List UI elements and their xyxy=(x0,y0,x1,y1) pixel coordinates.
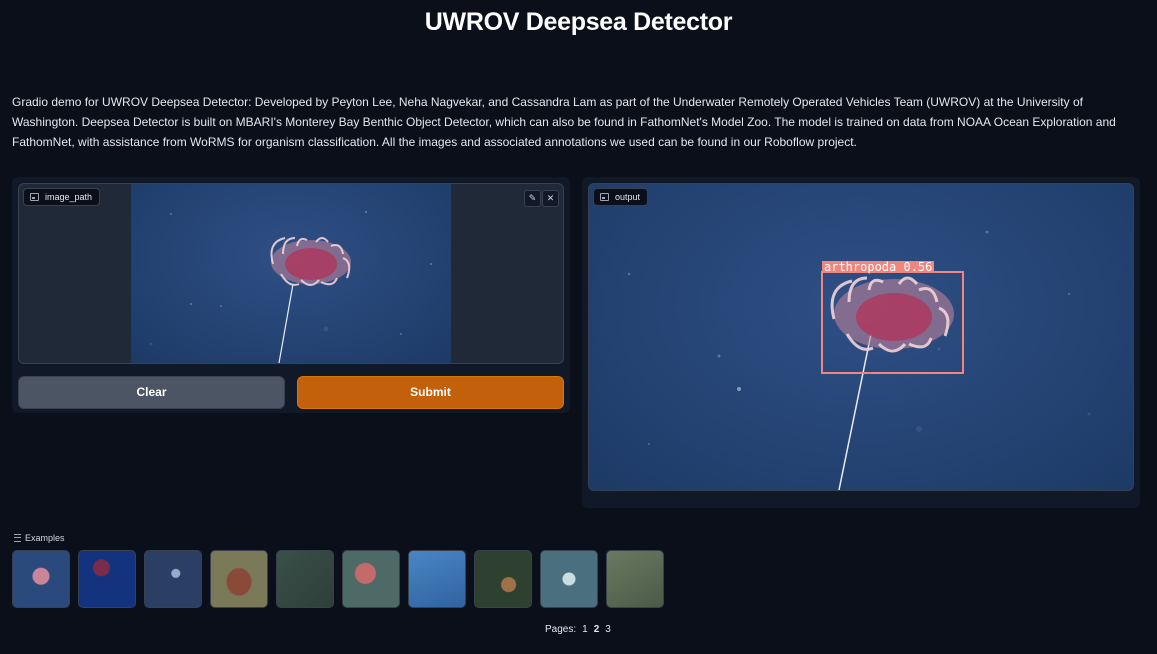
page-title: UWROV Deepsea Detector xyxy=(424,8,733,36)
image-input[interactable]: image_path ✎ ✕ xyxy=(18,183,564,364)
detection-label: arthropoda 0.56 xyxy=(822,260,935,274)
image-path-label: image_path xyxy=(23,188,101,206)
example-thumbnail-5[interactable] xyxy=(276,550,334,608)
pencil-icon: ✎ xyxy=(528,193,537,203)
pagination: Pages: 1 2 3 xyxy=(545,624,611,635)
example-thumbnail-10[interactable] xyxy=(606,550,664,608)
output-label: output xyxy=(593,188,649,206)
clear-image-button[interactable]: ✕ xyxy=(542,190,559,207)
page-link-2[interactable]: 2 xyxy=(594,624,600,635)
output-image: output arthropoda 0.56 xyxy=(588,183,1134,491)
edit-button[interactable]: ✎ xyxy=(524,190,541,207)
page-link-1[interactable]: 1 xyxy=(582,624,588,635)
close-icon: ✕ xyxy=(546,193,555,203)
example-thumbnail-2[interactable] xyxy=(78,550,136,608)
image-icon xyxy=(30,193,39,201)
input-panel: image_path ✎ ✕ Clear Submit xyxy=(12,177,570,413)
page-description: Gradio demo for UWROV Deepsea Detector: … xyxy=(12,95,1116,149)
input-image xyxy=(131,184,451,363)
clear-button[interactable]: Clear xyxy=(18,376,285,409)
list-icon xyxy=(14,534,21,542)
submit-button[interactable]: Submit xyxy=(297,376,564,409)
pages-label: Pages: xyxy=(545,624,577,635)
example-thumbnail-9[interactable] xyxy=(540,550,598,608)
output-panel: output arthropoda 0.56 xyxy=(582,177,1140,508)
jellyfish-illustration xyxy=(149,210,432,363)
example-thumbnail-1[interactable] xyxy=(12,550,70,608)
example-thumbnail-3[interactable] xyxy=(144,550,202,608)
example-thumbnail-4[interactable] xyxy=(210,550,268,608)
example-thumbnail-7[interactable] xyxy=(408,550,466,608)
image-icon xyxy=(600,193,609,201)
detection-illustration xyxy=(627,230,1091,490)
page-link-3[interactable]: 3 xyxy=(605,624,611,635)
example-thumbnail-8[interactable] xyxy=(474,550,532,608)
example-thumbnail-6[interactable] xyxy=(342,550,400,608)
examples-header: Examples xyxy=(14,533,65,543)
